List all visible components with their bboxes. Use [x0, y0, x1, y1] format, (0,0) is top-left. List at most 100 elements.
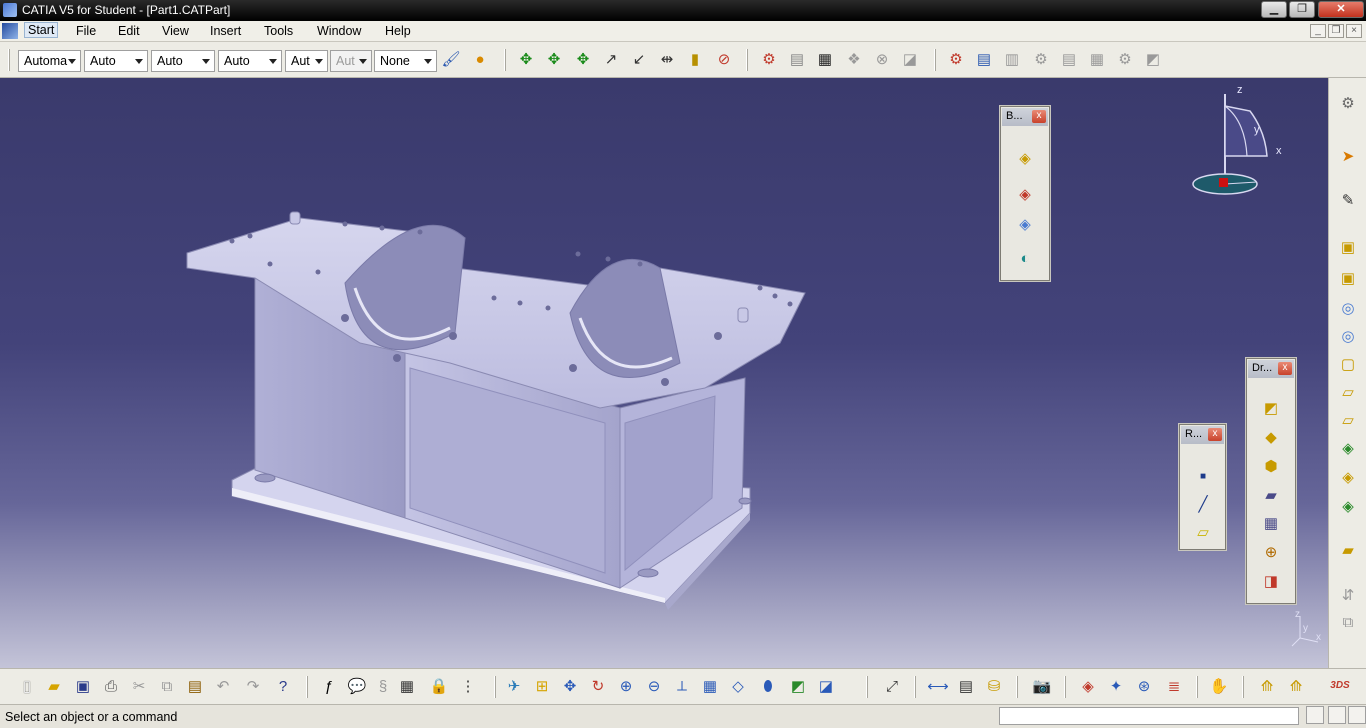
toolbar-grip[interactable] — [306, 676, 308, 698]
palette-close-button[interactable]: x — [1278, 362, 1292, 375]
shell-icon[interactable]: ▰ — [1259, 484, 1283, 508]
toolbar-grip[interactable] — [494, 676, 496, 698]
point-icon[interactable]: ■ — [1191, 465, 1215, 489]
bearing-housing-part[interactable] — [0, 78, 1328, 668]
toolbar-grip[interactable] — [1064, 676, 1066, 698]
fit-all-icon[interactable]: ⊞ — [531, 676, 553, 698]
dropdown-line-type[interactable]: Auto — [218, 50, 282, 72]
settings-icon[interactable]: ▤ — [973, 49, 995, 71]
surface-based-feature-icon[interactable]: ▰ — [1337, 540, 1359, 562]
draft-icon[interactable]: ⬢ — [1259, 455, 1283, 479]
dimension-icon[interactable]: ⇹ — [656, 49, 678, 71]
sketcher-icon[interactable]: ✎ — [1337, 190, 1359, 212]
select-arrow-icon[interactable]: ➤ — [1337, 146, 1359, 168]
slot-icon[interactable]: ▱ — [1337, 410, 1359, 432]
measure-item-icon[interactable]: ▤ — [955, 676, 977, 698]
gear-icon[interactable]: ⚙ — [1030, 49, 1052, 71]
print-icon[interactable]: ⎙ — [100, 676, 122, 698]
camera-icon[interactable]: 📷 — [1031, 676, 1053, 698]
export-icon[interactable]: ▤ — [786, 49, 808, 71]
multi-section-solid-icon[interactable]: ◈ — [1337, 438, 1359, 460]
hide-show-icon[interactable]: ◩ — [787, 676, 809, 698]
pattern-icon[interactable]: ❖ — [843, 49, 865, 71]
knowledge-icon[interactable]: ◩ — [1142, 49, 1164, 71]
mdi-restore-button[interactable]: ❐ — [1328, 24, 1344, 38]
groove-icon[interactable]: ◎ — [1337, 326, 1359, 348]
macro-icon[interactable]: ⚙ — [1114, 49, 1136, 71]
dropdown-color[interactable]: Automa — [18, 50, 81, 72]
hole-icon[interactable]: ▢ — [1337, 354, 1359, 376]
pad-icon[interactable]: ▣ — [1337, 237, 1359, 259]
shaft-icon[interactable]: ◎ — [1337, 298, 1359, 320]
constraint-icon[interactable]: ⊗ — [871, 49, 893, 71]
reference-elements-palette[interactable]: R... x ■ ╱ ▱ — [1179, 424, 1226, 550]
3d-viewport[interactable]: z y x z y x — [0, 78, 1328, 668]
menu-insert[interactable]: Insert — [210, 24, 241, 38]
pdf-icon[interactable]: ⟰ — [1285, 676, 1307, 698]
transform-icon[interactable]: ⇵ — [1337, 585, 1359, 607]
menu-view[interactable]: View — [162, 24, 189, 38]
dropdown-point-symbol[interactable]: Aut — [285, 50, 328, 72]
thickness-icon[interactable]: ▦ — [1259, 512, 1283, 536]
menu-edit[interactable]: Edit — [118, 24, 140, 38]
pocket-icon[interactable]: ▣ — [1337, 268, 1359, 290]
dropdown-rendering-style[interactable]: Aut — [330, 50, 372, 72]
rotate-icon[interactable]: ↻ — [587, 676, 609, 698]
view-mode-icon[interactable]: ⬮ — [757, 676, 779, 698]
chamfer-icon[interactable]: ◆ — [1259, 426, 1283, 450]
open-folder-icon[interactable]: ▰ — [43, 676, 65, 698]
removed-multi-section-icon[interactable]: ◈ — [1337, 467, 1359, 489]
pan-icon[interactable]: ✥ — [559, 676, 581, 698]
scene-icon[interactable]: ⊛ — [1133, 676, 1155, 698]
apply-material-icon[interactable]: ◈ — [1077, 676, 1099, 698]
menu-tools[interactable]: Tools — [264, 24, 293, 38]
mdi-minimize-button[interactable]: _ — [1310, 24, 1326, 38]
undo-icon[interactable]: ↶ — [212, 676, 234, 698]
swap-visible-space-icon[interactable]: ◪ — [815, 676, 837, 698]
menu-start[interactable]: Start — [24, 22, 59, 38]
table-icon[interactable]: ▦ — [396, 676, 418, 698]
toolbar-grip[interactable] — [866, 676, 868, 698]
dropdown-line-thickness[interactable]: Auto — [151, 50, 215, 72]
zoom-out-icon[interactable]: ⊖ — [643, 676, 665, 698]
assemble-icon[interactable]: ◈ — [1013, 147, 1037, 171]
apply-icon[interactable]: ⚙ — [945, 49, 967, 71]
lock-icon[interactable]: 🔒 — [428, 676, 450, 698]
knowledge-rule-icon[interactable]: § — [372, 676, 394, 698]
window-close-button[interactable]: ✕ — [1318, 1, 1364, 18]
menu-window[interactable]: Window — [317, 24, 361, 38]
catalog-icon[interactable]: ✋ — [1208, 676, 1230, 698]
toolbar-grip[interactable] — [914, 676, 916, 698]
comment-icon[interactable]: 💬 — [346, 676, 368, 698]
edge-fillet-icon[interactable]: ◩ — [1259, 397, 1283, 421]
design-table-icon[interactable]: ⋮ — [457, 676, 479, 698]
toolbar-grip[interactable] — [1242, 676, 1244, 698]
window-maximize-button[interactable]: ❐ — [1289, 1, 1315, 18]
status-toggle-icon[interactable] — [1348, 706, 1366, 724]
compass-move-icon[interactable]: ✥ — [515, 49, 537, 71]
table-icon[interactable]: ▦ — [1086, 49, 1108, 71]
measure-icon[interactable]: ▮ — [684, 49, 706, 71]
palette-close-button[interactable]: x — [1032, 110, 1046, 123]
line-icon[interactable]: ╱ — [1191, 493, 1215, 517]
command-input[interactable] — [999, 707, 1299, 725]
solid-icon[interactable]: ◪ — [899, 49, 921, 71]
new-file-icon[interactable]: ▯ — [16, 676, 38, 698]
zoom-in-icon[interactable]: ⊕ — [615, 676, 637, 698]
status-toggle-icon[interactable] — [1328, 706, 1346, 724]
dropdown-layer[interactable]: None — [374, 50, 437, 72]
object-properties-icon[interactable]: ● — [469, 49, 491, 71]
publication-icon[interactable]: ⟰ — [1256, 676, 1278, 698]
toolbar-grip[interactable] — [8, 49, 10, 71]
analysis-icon[interactable]: ⤢ — [881, 676, 903, 698]
remove-face-icon[interactable]: ◨ — [1259, 570, 1283, 594]
toolbar-grip[interactable] — [504, 49, 506, 71]
formula-icon[interactable]: ƒ — [318, 676, 340, 698]
pick-icon[interactable]: ⊘ — [713, 49, 735, 71]
curve-icon[interactable]: ↙ — [628, 49, 650, 71]
render-icon[interactable]: ✦ — [1105, 676, 1127, 698]
mdi-close-button[interactable]: × — [1346, 24, 1362, 38]
toolbar-grip[interactable] — [934, 49, 936, 71]
workbench-icon[interactable]: ⚙ — [758, 49, 780, 71]
dress-up-features-palette[interactable]: Dr... x ◩ ◆ ⬢ ▰ ▦ ⊕ ◨ — [1246, 358, 1296, 604]
